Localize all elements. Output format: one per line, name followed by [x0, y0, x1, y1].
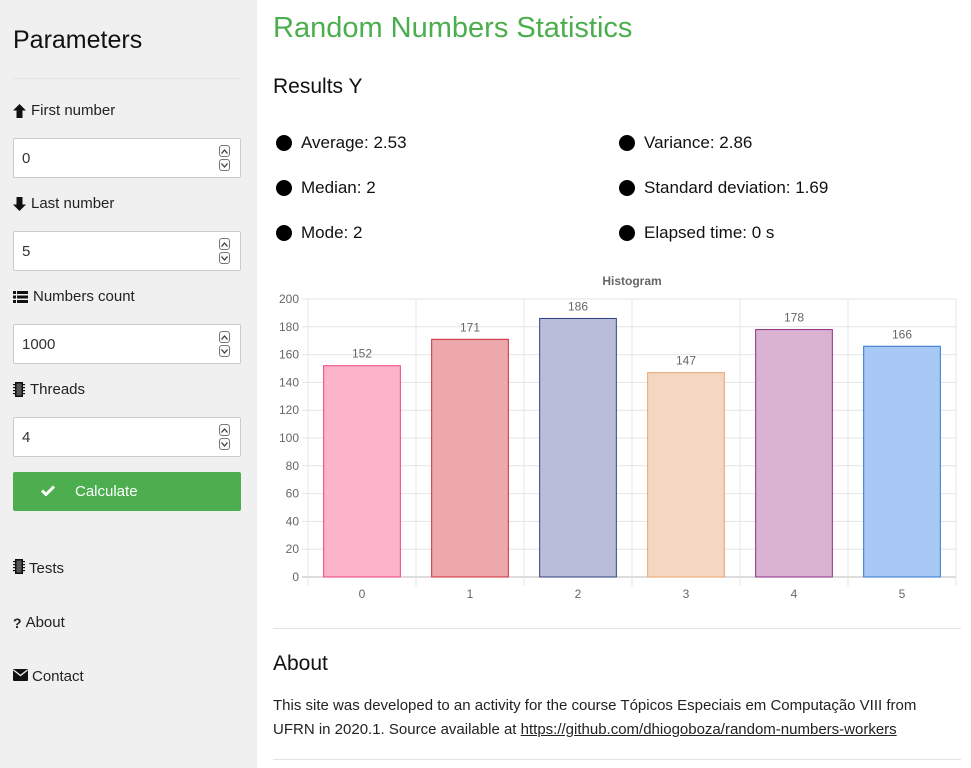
calculate-label: Calculate [75, 483, 138, 500]
bullet-icon [619, 135, 635, 151]
envelope-icon [13, 668, 28, 685]
increment-button[interactable] [219, 331, 230, 343]
decrement-button[interactable] [219, 438, 230, 450]
histogram-bar [323, 365, 401, 578]
first-number-field[interactable] [13, 138, 241, 178]
x-tick-label: 5 [899, 587, 906, 601]
y-tick-label: 160 [279, 348, 299, 362]
bar-value-label: 152 [352, 347, 372, 361]
last-number-stepper[interactable] [219, 238, 230, 264]
x-tick-label: 1 [467, 587, 474, 601]
chart-title: Histogram [602, 274, 661, 288]
chip-icon [13, 382, 25, 397]
threads-field[interactable] [13, 417, 241, 457]
increment-button[interactable] [219, 424, 230, 436]
increment-button[interactable] [219, 238, 230, 250]
x-tick-label: 2 [575, 587, 582, 601]
x-tick-label: 0 [359, 587, 366, 601]
histogram-chart: Histogram0204060801001201401601802001520… [279, 274, 957, 601]
last-number-field[interactable] [13, 231, 241, 271]
calculate-button[interactable]: Calculate [13, 472, 241, 511]
stat-elapsed-time: Elapsed time: 0 s [619, 223, 774, 243]
x-tick-label: 4 [791, 587, 798, 601]
y-tick-label: 40 [286, 514, 300, 528]
sidebar-divider [13, 78, 241, 79]
histogram-bar [755, 329, 833, 578]
y-tick-label: 100 [279, 431, 299, 445]
bullet-icon [619, 225, 635, 241]
source-link[interactable]: https://github.com/dhiogoboza/random-num… [521, 721, 897, 738]
sidebar: Parameters First number Last number [0, 0, 257, 768]
bullet-icon [276, 225, 292, 241]
threads-stepper[interactable] [219, 424, 230, 450]
numbers-count-label: Numbers count [13, 288, 135, 305]
y-tick-label: 140 [279, 375, 299, 389]
nav-about-link[interactable]: ? About [13, 614, 65, 631]
main-content: Random Numbers Statistics Results Y Aver… [273, 0, 961, 768]
first-number-stepper[interactable] [219, 145, 230, 171]
stat-mode: Mode: 2 [276, 223, 362, 243]
stat-std-deviation: Standard deviation: 1.69 [619, 178, 828, 198]
threads-label: Threads [13, 381, 85, 398]
last-number-input[interactable] [14, 232, 222, 270]
threads-input[interactable] [14, 418, 222, 456]
numbers-count-input[interactable] [14, 325, 222, 363]
last-number-label: Last number [13, 195, 114, 212]
list-icon [13, 290, 28, 304]
bar-value-label: 186 [568, 299, 588, 313]
sidebar-title: Parameters [13, 26, 143, 54]
first-number-input[interactable] [14, 139, 222, 177]
bar-value-label: 178 [784, 311, 804, 325]
nav-tests-link[interactable]: Tests [13, 559, 64, 578]
stat-average: Average: 2.53 [276, 133, 407, 153]
arrow-down-icon [13, 196, 26, 211]
bullet-icon [619, 180, 635, 196]
histogram-bar [863, 345, 941, 578]
question-icon: ? [13, 614, 22, 631]
bullet-icon [276, 180, 292, 196]
stat-variance: Variance: 2.86 [619, 133, 752, 153]
decrement-button[interactable] [219, 345, 230, 357]
about-heading: About [273, 652, 328, 675]
page-title: Random Numbers Statistics [273, 12, 633, 44]
y-tick-label: 20 [286, 542, 300, 556]
y-tick-label: 200 [279, 292, 299, 306]
decrement-button[interactable] [219, 252, 230, 264]
bullet-icon [276, 135, 292, 151]
increment-button[interactable] [219, 145, 230, 157]
x-tick-label: 3 [683, 587, 690, 601]
numbers-count-field[interactable] [13, 324, 241, 364]
section-divider [273, 759, 961, 760]
results-heading: Results Y [273, 75, 363, 98]
decrement-button[interactable] [219, 159, 230, 171]
histogram-bar [431, 338, 509, 578]
bar-value-label: 166 [892, 327, 912, 341]
bar-value-label: 171 [460, 320, 480, 334]
y-tick-label: 120 [279, 403, 299, 417]
histogram-bar [647, 372, 725, 578]
nav-contact-link[interactable]: Contact [13, 668, 84, 685]
about-text: This site was developed to an activity f… [273, 697, 917, 738]
histogram-bar [539, 317, 617, 578]
y-tick-label: 0 [292, 570, 299, 584]
first-number-label: First number [13, 102, 115, 119]
arrow-up-icon [13, 103, 26, 118]
check-icon [40, 483, 56, 500]
numbers-count-stepper[interactable] [219, 331, 230, 357]
bar-value-label: 147 [676, 354, 696, 368]
y-tick-label: 60 [286, 487, 300, 501]
section-divider [273, 628, 961, 629]
stat-median: Median: 2 [276, 178, 376, 198]
chip-icon [13, 559, 25, 578]
y-tick-label: 180 [279, 320, 299, 334]
y-tick-label: 80 [286, 459, 300, 473]
